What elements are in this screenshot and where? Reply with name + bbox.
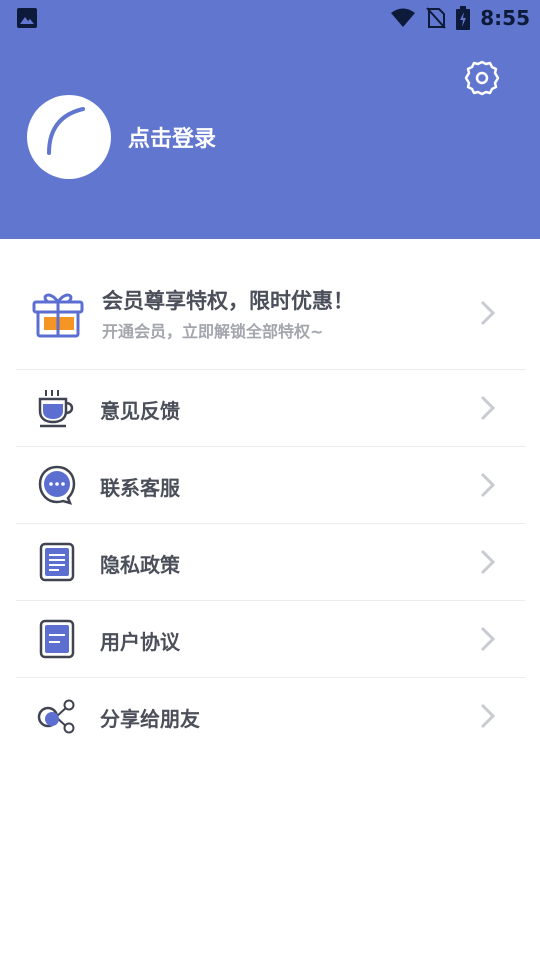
chevron-right-icon [480,626,496,652]
agreement-icon [39,619,75,659]
battery-charging-icon [456,6,471,30]
status-bar: 8:55 [0,0,540,36]
menu-item-label: 意见反馈 [100,399,180,423]
settings-icon[interactable] [462,58,502,98]
menu-item-feedback[interactable]: 意见反馈 [0,370,540,447]
no-sim-icon [426,7,446,29]
avatar-icon [47,107,85,155]
menu-item-label: 联系客服 [100,476,180,500]
chevron-right-icon [480,472,496,498]
menu-item-privacy-policy[interactable]: 隐私政策 [0,524,540,601]
menu-item-user-agreement[interactable]: 用户协议 [0,601,540,678]
document-icon [39,542,75,582]
chevron-right-icon [480,703,496,729]
gift-icon [32,293,84,338]
membership-promo[interactable]: 会员尊享特权，限时优惠！ 开通会员，立即解锁全部特权~ [0,263,540,370]
menu-item-share[interactable]: 分享给朋友 [0,678,540,755]
menu-item-label: 分享给朋友 [100,707,200,731]
menu-item-label: 用户协议 [100,630,180,654]
chevron-right-icon [480,549,496,575]
menu-item-customer-service[interactable]: 联系客服 [0,447,540,524]
status-time: 8:55 [480,6,530,30]
promo-title: 会员尊享特权，限时优惠！ [102,289,354,313]
coffee-cup-icon [38,390,74,428]
chat-bubble-icon [38,465,76,505]
promo-subtitle: 开通会员，立即解锁全部特权~ [102,322,324,341]
chevron-right-icon [480,300,496,326]
menu-item-label: 隐私政策 [100,553,180,577]
chevron-right-icon [480,395,496,421]
avatar[interactable] [27,95,111,179]
login-label[interactable]: 点击登录 [128,121,216,153]
share-icon [37,699,75,734]
image-icon [17,8,37,28]
wifi-icon [391,8,416,27]
profile-header: 8:55 点击登录 [0,0,540,239]
